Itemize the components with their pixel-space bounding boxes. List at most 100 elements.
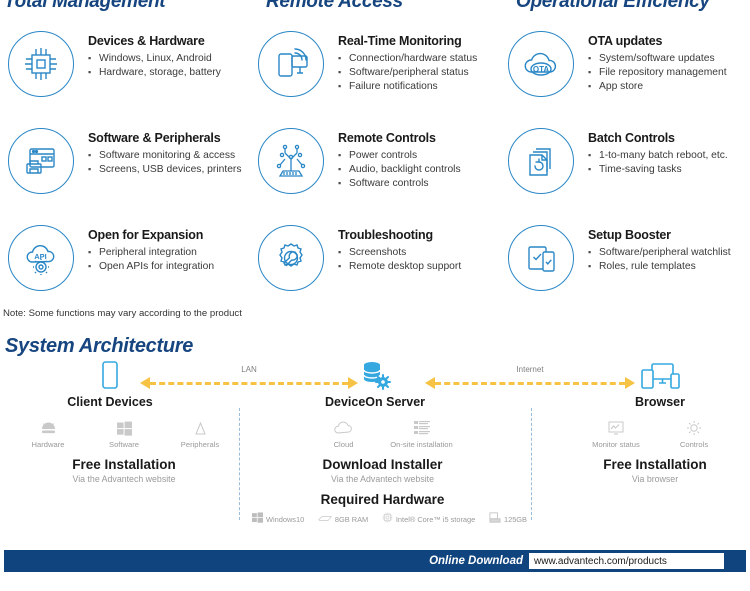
feature-bullet: Screenshots [338, 245, 506, 260]
feature-card-ota-updates: OTA OTA updates System/software updates … [502, 28, 750, 125]
arch-node-label: Client Devices [67, 395, 153, 409]
feature-bullet: Software/peripheral status [338, 65, 506, 80]
arrow-left-icon [140, 377, 150, 389]
feature-bullet: File repository management [588, 65, 750, 80]
windows-icon [252, 510, 263, 528]
feature-bullet: Screens, USB devices, printers [88, 162, 256, 177]
sub-item-label: Monitor status [592, 440, 640, 449]
feature-bullet: Open APIs for integration [88, 259, 256, 274]
sub-item-controls: Controls [655, 418, 733, 449]
feature-row: Software & Peripherals Software monitori… [0, 125, 750, 222]
feature-bullet: Connection/hardware status [338, 51, 506, 66]
sub-item-software: Software [86, 418, 162, 449]
arrow-right-icon [348, 377, 358, 389]
feature-bullets: Peripheral integration Open APIs for int… [88, 245, 256, 274]
req-item-label: 125GB [503, 514, 527, 524]
cloud-api-gear-icon: API [8, 225, 74, 291]
cpu-chip-icon [8, 31, 74, 97]
online-download-label: Online Download [429, 555, 523, 567]
feature-card-setup-booster: Setup Booster Software/peripheral watchl… [502, 222, 750, 319]
divider-server-browser [531, 408, 532, 520]
remote-monitor-icon [258, 31, 324, 97]
feature-bullets: Software monitoring & access Screens, US… [88, 148, 256, 177]
block-subtitle: Via the Advantech website [72, 474, 176, 484]
linux-peripheral-icon [162, 418, 238, 438]
sub-item-cloud: Cloud [305, 418, 383, 449]
feature-text: Batch Controls 1-to-many batch reboot, e… [588, 131, 750, 177]
feature-bullets: Connection/hardware status Software/peri… [338, 51, 506, 94]
feature-title: Devices & Hardware [88, 34, 205, 48]
device-checklist-icon [508, 225, 574, 291]
sub-item-peripherals: Peripherals [162, 418, 238, 449]
feature-text: Remote Controls Power controls Audio, ba… [338, 131, 506, 191]
sub-item-label: Cloud [333, 440, 354, 449]
stacked-documents-icon [508, 128, 574, 194]
column-titles: Total Management Remote Access Operation… [0, 0, 750, 15]
block-title: Free Installation [72, 457, 176, 472]
sub-item-label: Hardware [31, 440, 65, 449]
feature-title: Real-Time Monitoring [338, 34, 462, 48]
feature-bullet: Windows, Linux, Android [88, 51, 256, 66]
feature-bullet: Failure notifications [338, 79, 506, 94]
feature-bullets: Software/peripheral watchlist Roles, rul… [588, 245, 750, 274]
block-title: Download Installer [322, 457, 443, 472]
feature-title: Open for Expansion [88, 228, 204, 242]
feature-bullet: Software controls [338, 176, 506, 191]
feature-bullet: Software/peripheral watchlist [588, 245, 750, 260]
req-item-label: 8GB RAM [334, 514, 369, 524]
sub-item-hardware: Hardware [10, 418, 86, 449]
sub-item-onsite-installation: On-site installation [383, 418, 461, 449]
arch-node-label: Browser [634, 395, 686, 409]
feature-title: Setup Booster [588, 228, 671, 242]
feature-card-remote-controls: Remote Controls Power controls Audio, ba… [252, 125, 502, 222]
cloud-icon [305, 418, 383, 438]
required-hardware-title: Required Hardware [320, 492, 445, 507]
sub-item-label: Controls [679, 440, 709, 449]
feature-card-batch-controls: Batch Controls 1-to-many batch reboot, e… [502, 125, 750, 222]
cpu-icon [382, 510, 393, 528]
feature-text: Devices & Hardware Windows, Linux, Andro… [88, 34, 256, 80]
block-subtitle: Via the Advantech website [330, 474, 435, 484]
page-title-system-architecture: System Architecture [5, 335, 194, 357]
feature-bullets: System/software updates File repository … [588, 51, 750, 94]
controls-gear-icon [655, 418, 733, 438]
browser-install-block: Free Installation Via browser [570, 457, 740, 484]
circuit-controls-icon [258, 128, 324, 194]
feature-title: Software & Peripherals [88, 131, 221, 145]
arch-link-lan: LAN [140, 365, 358, 390]
feature-text: Troubleshooting Screenshots Remote deskt… [338, 228, 506, 274]
feature-bullet: Hardware, storage, battery [88, 65, 256, 80]
download-url[interactable]: www.advantech.com/products [529, 553, 724, 569]
android-icon [10, 418, 86, 438]
feature-title: Remote Controls [338, 131, 436, 145]
product-variation-note: Note: Some functions may vary according … [3, 308, 242, 319]
svg-text:OTA: OTA [533, 65, 550, 74]
ram-stick-icon [318, 510, 332, 528]
feature-bullets: Power controls Audio, backlight controls… [338, 148, 506, 191]
req-item-cpu: Intel® Core™ i5 storage [382, 510, 475, 528]
req-item-storage: 125GB [489, 510, 527, 528]
feature-row: Devices & Hardware Windows, Linux, Andro… [0, 28, 750, 125]
arch-link-internet: Internet [425, 365, 635, 390]
arrow-left-icon [425, 377, 435, 389]
feature-bullet: Power controls [338, 148, 506, 163]
feature-bullet: System/software updates [588, 51, 750, 66]
column-title-total-management: Total Management [4, 0, 166, 12]
feature-grid: Devices & Hardware Windows, Linux, Andro… [0, 28, 750, 319]
req-item-ram: 8GB RAM [318, 510, 368, 528]
required-hardware-list: Windows10 8GB RAM Intel® Core™ i5 storag… [252, 510, 527, 528]
column-title-remote-access: Remote Access [266, 0, 403, 12]
feature-bullet: Audio, backlight controls [338, 162, 506, 177]
server-sub-items: Cloud On-site installation [285, 418, 480, 449]
hdd-icon [489, 510, 501, 528]
feature-card-troubleshooting: Troubleshooting Screenshots Remote deskt… [252, 222, 502, 319]
feature-card-devices-hardware: Devices & Hardware Windows, Linux, Andro… [2, 28, 252, 125]
onsite-server-icon [383, 418, 461, 438]
feature-bullet: Software monitoring & access [88, 148, 256, 163]
arch-node-label: DeviceOn Server [324, 395, 426, 409]
feature-text: Setup Booster Software/peripheral watchl… [588, 228, 750, 274]
sub-item-label: On-site installation [390, 440, 453, 449]
client-install-block: Free Installation Via the Advantech webs… [10, 457, 238, 484]
server-install-block: Download Installer Via the Advantech web… [285, 457, 480, 484]
feature-bullet: App store [588, 79, 750, 94]
